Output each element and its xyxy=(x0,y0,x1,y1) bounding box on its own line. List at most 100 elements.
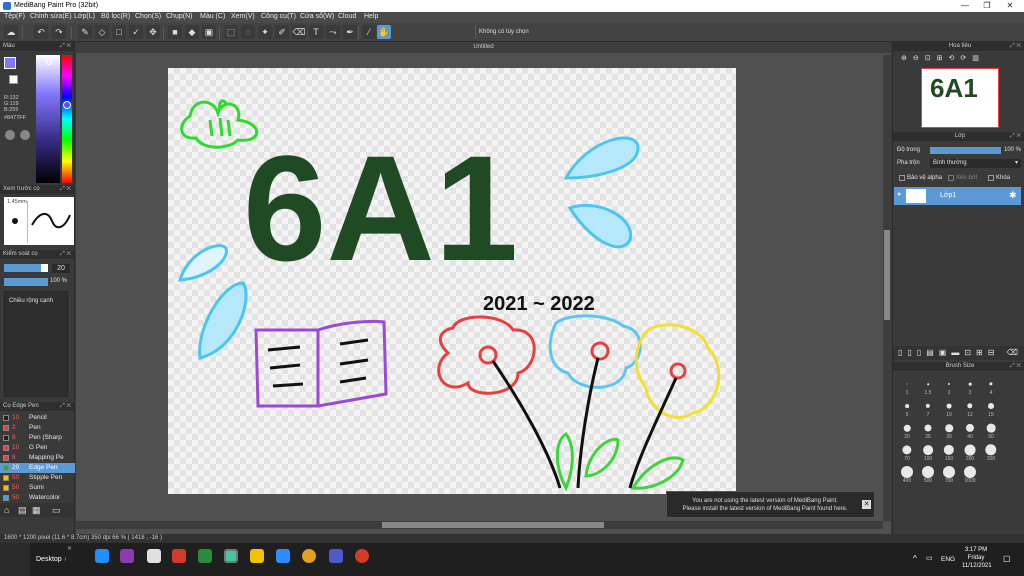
chevron-right-icon[interactable]: › xyxy=(64,556,66,563)
chrome-profile-icon[interactable] xyxy=(355,549,369,563)
panel-expand-icon[interactable]: ⤢ ✕ xyxy=(1010,132,1021,141)
menu-filter[interactable]: Bộ lọc(R) xyxy=(101,13,130,20)
brush-size-option[interactable]: 4 xyxy=(981,375,1001,396)
panel-expand-icon[interactable]: ⤢ ✕ xyxy=(60,402,71,411)
skype-icon[interactable] xyxy=(95,549,109,563)
chrome-icon[interactable] xyxy=(302,549,316,563)
brush-size-option[interactable]: 25 xyxy=(918,419,938,440)
brush-size-option[interactable]: 15 xyxy=(981,397,1001,418)
brush-size-option[interactable]: 10 xyxy=(939,397,959,418)
language-indicator[interactable]: ENG xyxy=(941,556,955,563)
brush-size-option[interactable]: 3 xyxy=(960,375,980,396)
select-pen-icon[interactable]: ✓ xyxy=(129,25,143,39)
layer-row[interactable]: ● Lớp1 ✱ xyxy=(894,187,1021,205)
layer-opacity-slider[interactable] xyxy=(930,147,1001,154)
select-eraser-icon[interactable]: ⌫ xyxy=(292,25,306,39)
wifi-app-icon[interactable] xyxy=(172,549,186,563)
brush-size-option[interactable]: 700 xyxy=(939,463,959,484)
brush-list-item[interactable]: 20 Edge Pen xyxy=(0,463,75,473)
vertical-scroll-thumb[interactable] xyxy=(884,230,890,320)
brush-size-option[interactable]: 20 xyxy=(897,419,917,440)
menu-help[interactable]: Help xyxy=(364,13,378,20)
app-icon-white[interactable] xyxy=(147,549,161,563)
brush-list-item[interactable]: 10 G Pen xyxy=(0,443,75,453)
brush-size-option[interactable]: 200 xyxy=(960,441,980,462)
operation-tool-icon[interactable]: ⤳ xyxy=(326,25,340,39)
eyedropper-icon[interactable]: ✒ xyxy=(343,25,357,39)
horizontal-scrollbar[interactable] xyxy=(76,521,883,529)
primary-color-swatch[interactable] xyxy=(4,57,16,69)
brush-size-option[interactable]: 5 xyxy=(897,397,917,418)
move-tool-icon[interactable]: ✥ xyxy=(146,25,160,39)
brush-size-option[interactable]: 2 xyxy=(939,375,959,396)
eyedropper-2-icon[interactable]: ⁄ xyxy=(362,25,376,39)
lock-checkbox[interactable] xyxy=(988,175,994,181)
brush-settings-icon[interactable]: ▤ xyxy=(18,505,27,516)
menu-select[interactable]: Chọn(S) xyxy=(135,13,161,20)
close-button[interactable]: ✕ xyxy=(1000,1,1020,10)
panel-expand-icon[interactable]: ⤢ ✕ xyxy=(1010,362,1021,371)
medibang-taskbar-icon[interactable] xyxy=(224,549,238,563)
gradient-tool-icon[interactable]: ▣ xyxy=(202,25,216,39)
menu-cloud[interactable]: Cloud xyxy=(338,13,356,20)
brush-list-item[interactable]: 2 Pen xyxy=(0,423,75,433)
color-wheel-icon[interactable] xyxy=(5,130,15,140)
vertical-scrollbar[interactable] xyxy=(883,55,891,521)
add-brush-icon[interactable]: ⌂ xyxy=(4,505,9,515)
undo-icon[interactable]: ↶ xyxy=(34,25,48,39)
brush-size-option[interactable]: 50 xyxy=(981,419,1001,440)
menu-color[interactable]: Màu (C) xyxy=(200,13,225,20)
panel-expand-icon[interactable]: ⤢ ✕ xyxy=(60,250,71,259)
sv-cursor[interactable] xyxy=(46,59,52,65)
hue-cursor[interactable] xyxy=(63,101,71,109)
shape-fill-icon[interactable]: ■ xyxy=(168,25,182,39)
update-message[interactable]: You are not using the latest version of … xyxy=(671,497,859,513)
text-tool-icon[interactable]: T xyxy=(309,25,323,39)
brush-list-item[interactable]: 8 Mapping Pe xyxy=(0,453,75,463)
app-icon-purple[interactable] xyxy=(120,549,134,563)
panel-expand-icon[interactable]: ⤢ ✕ xyxy=(1010,42,1021,51)
zoom-icon[interactable] xyxy=(276,549,290,563)
hue-slider[interactable] xyxy=(62,55,72,183)
gear-icon[interactable]: ✱ xyxy=(1009,190,1017,201)
brush-list-item[interactable]: 50 Sumi xyxy=(0,483,75,493)
tray-chevron-up-icon[interactable]: ^ xyxy=(913,554,917,563)
brush-size-option[interactable]: 1 xyxy=(897,375,917,396)
spreadsheet-icon[interactable] xyxy=(198,549,212,563)
blend-mode-select[interactable]: Bình thường ▾ xyxy=(930,159,1021,168)
secondary-color-swatch[interactable] xyxy=(9,75,18,84)
maximize-button[interactable]: ❐ xyxy=(977,1,997,10)
menu-capture[interactable]: Chụp(N) xyxy=(166,13,192,20)
brush-size-option[interactable]: 12 xyxy=(960,397,980,418)
desktop-label[interactable]: Desktop xyxy=(36,556,62,563)
brush-opacity-slider[interactable] xyxy=(4,278,48,286)
layer-toolbar[interactable]: ▯▯▯▤▣▬⊡⊞⊟ ⌫ xyxy=(893,346,1024,360)
brush-size-option[interactable]: 1.5 xyxy=(918,375,938,396)
menu-file[interactable]: Tệp(F) xyxy=(4,13,25,20)
brush-list-item[interactable]: 50 Stipple Pen xyxy=(0,473,75,483)
brush-size-slider[interactable] xyxy=(4,264,48,272)
close-notification-icon[interactable]: ✕ xyxy=(862,500,871,509)
eye-icon[interactable]: ● xyxy=(897,191,901,198)
saturation-value-picker[interactable] xyxy=(36,55,60,183)
brush-size-option[interactable]: 30 xyxy=(939,419,959,440)
teams-icon[interactable] xyxy=(329,549,343,563)
minimize-button[interactable]: — xyxy=(955,1,975,10)
brush-delete-icon[interactable]: ▭ xyxy=(52,505,61,516)
dot-tool-icon[interactable]: □ xyxy=(112,25,126,39)
magic-wand-icon[interactable]: ✦ xyxy=(258,25,272,39)
eraser-tool-icon[interactable]: ◇ xyxy=(95,25,109,39)
brush-size-option[interactable]: 40 xyxy=(960,419,980,440)
menu-view[interactable]: Xem(V) xyxy=(231,13,255,20)
protect-alpha-checkbox[interactable] xyxy=(899,175,905,181)
menu-edit[interactable]: Chỉnh sửa(E) xyxy=(30,13,72,20)
drawing-canvas[interactable]: 6A1 2021 ~ 2022 xyxy=(168,68,736,494)
bucket-tool-icon[interactable]: ◆ xyxy=(185,25,199,39)
brush-size-option[interactable]: 70 xyxy=(897,441,917,462)
brush-size-option[interactable]: 150 xyxy=(939,441,959,462)
menu-tools[interactable]: Công cụ(T) xyxy=(261,13,296,20)
brush-size-option[interactable]: 100 xyxy=(918,441,938,462)
navigator-zoom-controls[interactable]: ⊕⊖⊡⊞⟲⟳▥ xyxy=(901,54,985,62)
start-area[interactable] xyxy=(0,543,30,576)
brush-size-option[interactable]: 500 xyxy=(918,463,938,484)
